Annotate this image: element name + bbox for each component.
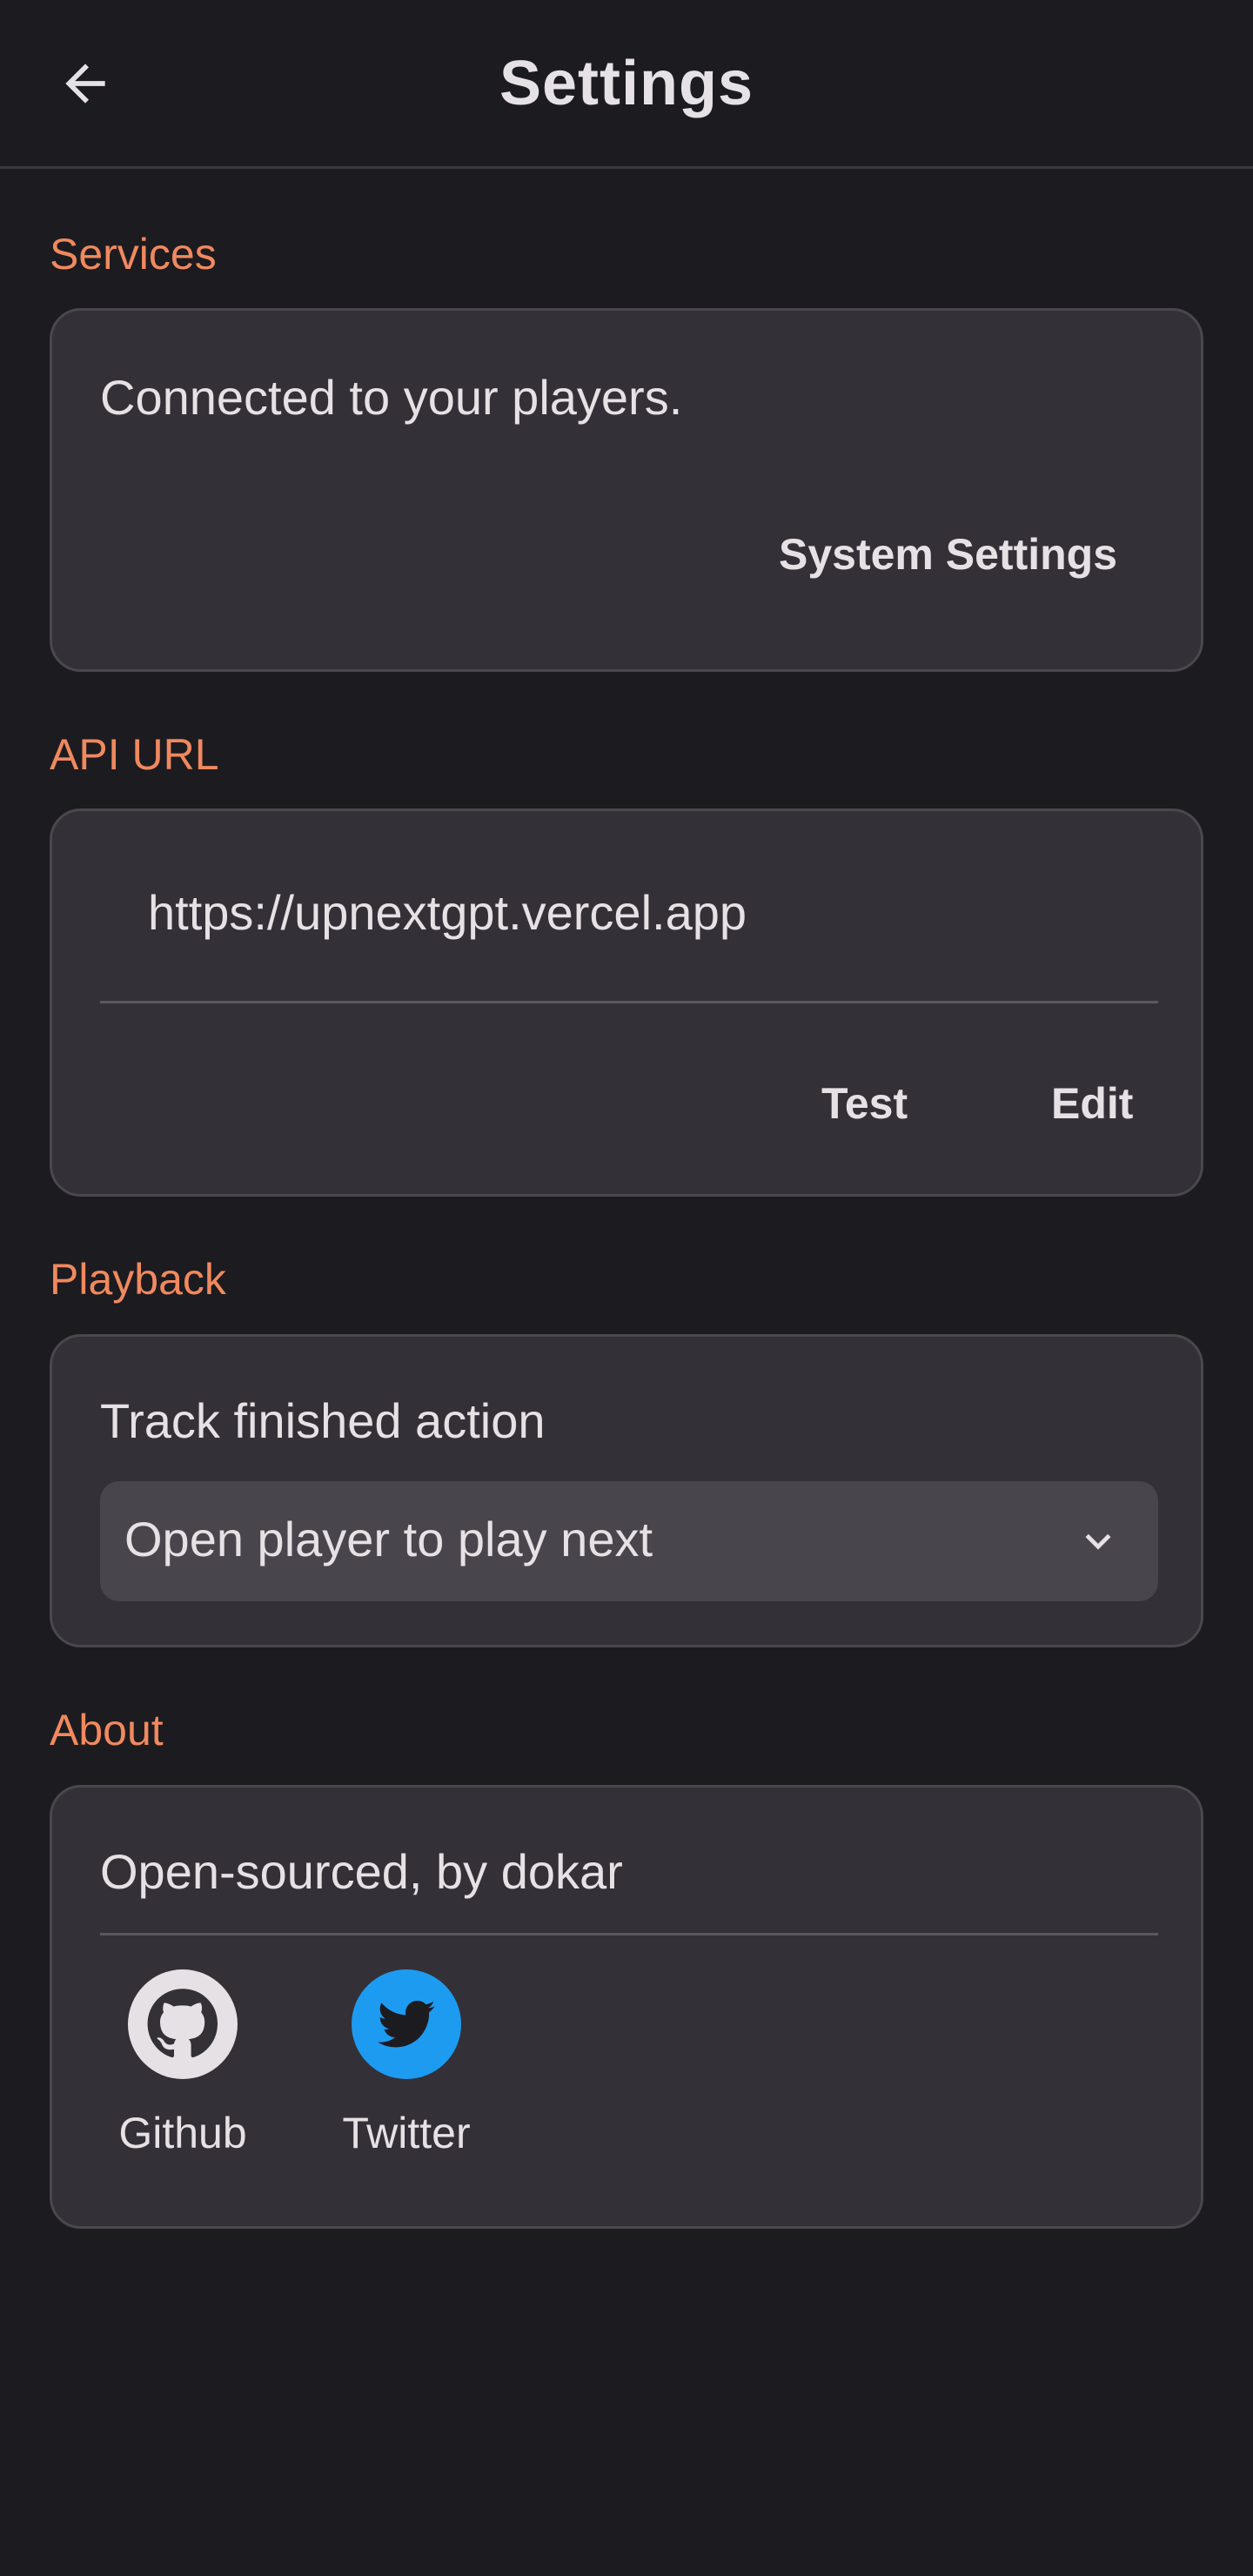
section-title-services: Services — [50, 230, 217, 278]
api-url-card: https://upnextgpt.vercel.app Test Edit — [50, 808, 1203, 1197]
services-card: Connected to your players. System Settin… — [50, 308, 1203, 672]
section-title-about: About — [50, 1706, 164, 1754]
twitter-link[interactable]: Twitter — [319, 1969, 493, 2159]
github-link[interactable]: Github — [96, 1969, 270, 2159]
track-finished-label: Track finished action — [100, 1393, 546, 1448]
about-divider — [100, 1933, 1158, 1935]
api-url-field[interactable]: https://upnextgpt.vercel.app — [148, 883, 747, 943]
section-title-api-url: API URL — [50, 730, 219, 779]
dropdown-selected-value: Open player to play next — [124, 1512, 653, 1566]
section-title-playback: Playback — [50, 1255, 226, 1304]
about-card: Open-sourced, by dokar Github Twitter — [50, 1785, 1203, 2229]
api-url-underline — [100, 1001, 1158, 1003]
services-status-text: Connected to your players. — [100, 370, 683, 425]
about-credit-text: Open-sourced, by dokar — [100, 1844, 623, 1899]
edit-button[interactable]: Edit — [1051, 1077, 1133, 1130]
track-finished-dropdown[interactable]: Open player to play next — [100, 1481, 1158, 1601]
system-settings-button[interactable]: System Settings — [779, 528, 1117, 580]
github-label: Github — [118, 2109, 247, 2157]
github-icon — [128, 1969, 238, 2079]
playback-card: Track finished action Open player to pla… — [50, 1334, 1203, 1647]
top-app-bar: Settings — [0, 0, 1253, 169]
twitter-icon — [352, 1969, 461, 2079]
twitter-label: Twitter — [342, 2109, 471, 2157]
test-button[interactable]: Test — [821, 1077, 908, 1130]
page-title: Settings — [499, 49, 754, 118]
chevron-down-icon — [1085, 1533, 1111, 1550]
